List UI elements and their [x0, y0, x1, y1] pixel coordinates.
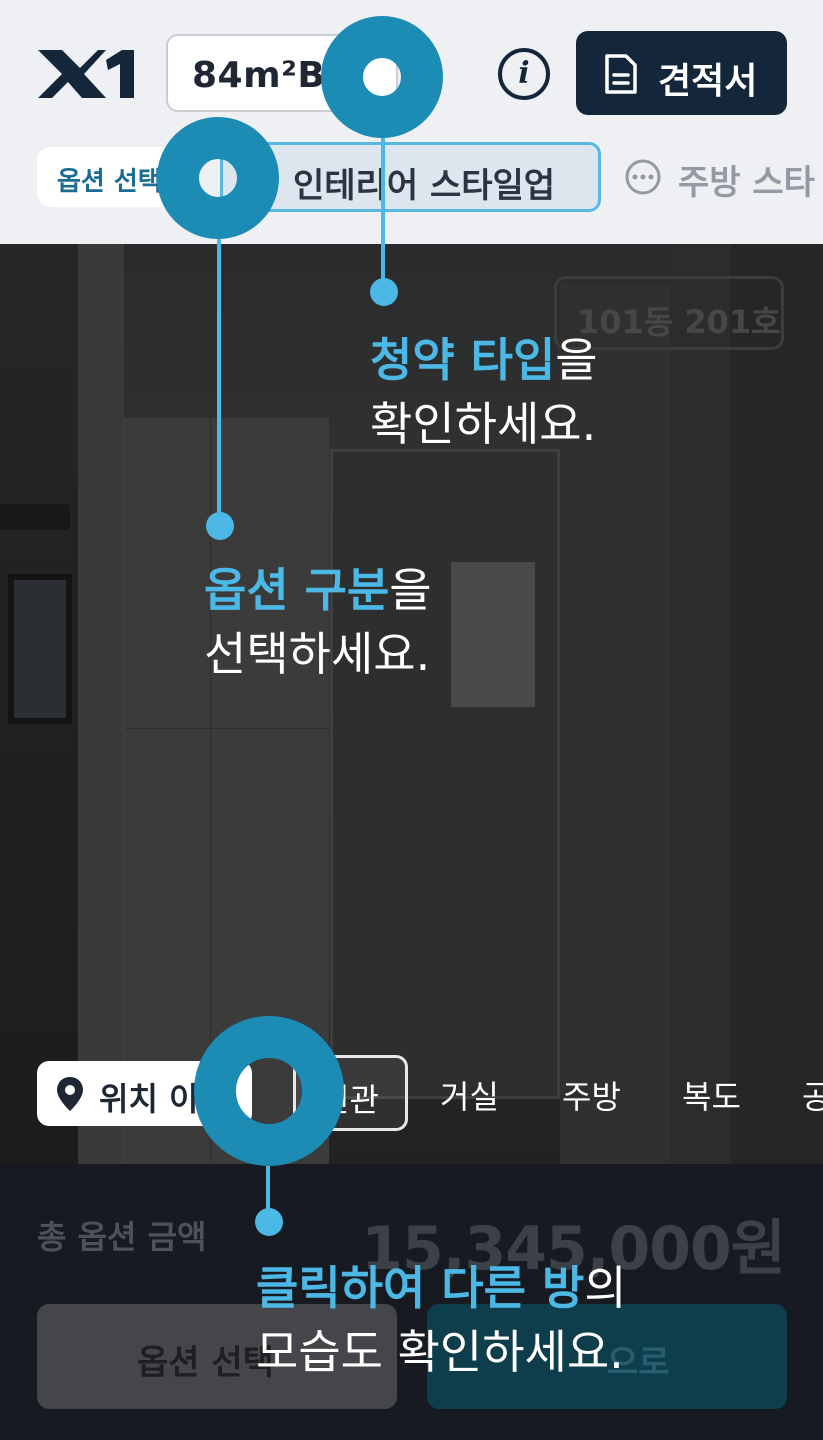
closet-doors	[124, 418, 330, 1164]
next-button[interactable]: 으로	[427, 1304, 787, 1409]
top-header: 84m²B i 견적서 옵션 선택 인테리어 스타일업 주방 스타	[0, 0, 823, 244]
map-pin-icon	[57, 1077, 83, 1111]
room-tab-kitchen[interactable]: 주방	[540, 1055, 640, 1131]
info-button[interactable]: i	[498, 48, 550, 100]
chip-kitchen-label: 주방 스타	[678, 163, 815, 203]
room-tab-hallway[interactable]: 복도	[662, 1055, 762, 1131]
info-icon: i	[518, 56, 530, 91]
column	[670, 244, 730, 1164]
doorway	[330, 449, 560, 1099]
room-tab-entrance[interactable]: 현관	[293, 1055, 408, 1131]
total-label: 총 옵션 금액	[37, 1218, 207, 1256]
option-select-button[interactable]: 옵션 선택	[37, 1304, 397, 1409]
chip-interior-styleup[interactable]: 인테리어 스타일업	[220, 142, 601, 212]
quote-button[interactable]: 견적서	[576, 31, 787, 115]
chip-interior-label: 인테리어 스타일업	[293, 166, 556, 206]
next-button-label: 으로	[607, 1343, 670, 1383]
chip-kitchen-style[interactable]: 주방 스타	[620, 142, 823, 212]
summary-bar: 총 옵션 금액 15,345,000원 옵션 선택 으로	[0, 1164, 823, 1440]
apartment-type-value: 84m²B	[192, 55, 326, 96]
column	[78, 244, 124, 1164]
palette-icon	[239, 163, 273, 197]
option-select-tab[interactable]: 옵션 선택	[37, 147, 197, 207]
wall	[560, 284, 670, 1164]
option-select-button-label: 옵션 선택	[137, 1343, 274, 1383]
chevron-down-icon	[341, 67, 363, 82]
unit-label-text: 101동 201호	[577, 303, 781, 341]
quote-button-label: 견적서	[658, 61, 758, 102]
room-tab-label: 복도	[682, 1078, 741, 1116]
wall	[730, 244, 823, 1164]
ceiling-light	[0, 504, 70, 530]
room-preview-image[interactable]: 101동 201호	[0, 244, 823, 1164]
room-tab-label: 거실	[440, 1078, 499, 1116]
option-select-label: 옵션 선택	[57, 167, 162, 197]
room-tab-more[interactable]: 공	[784, 1055, 823, 1131]
x1-logo[interactable]	[36, 46, 136, 102]
room-tab-label: 공	[802, 1078, 823, 1116]
apartment-type-select[interactable]: 84m²B	[166, 34, 398, 112]
room-tab-label: 현관	[320, 1081, 379, 1119]
document-icon	[605, 54, 637, 94]
more-icon	[625, 159, 661, 195]
unit-label: 101동 201호	[554, 276, 784, 350]
room-tab-label: 주방	[562, 1078, 621, 1116]
room-tab-living[interactable]: 거실	[420, 1055, 520, 1131]
window	[8, 574, 72, 724]
location-move-button[interactable]: 위치 이동	[37, 1061, 252, 1126]
total-amount: 15,345,000원	[361, 1214, 786, 1284]
location-move-label: 위치 이동	[99, 1080, 228, 1118]
